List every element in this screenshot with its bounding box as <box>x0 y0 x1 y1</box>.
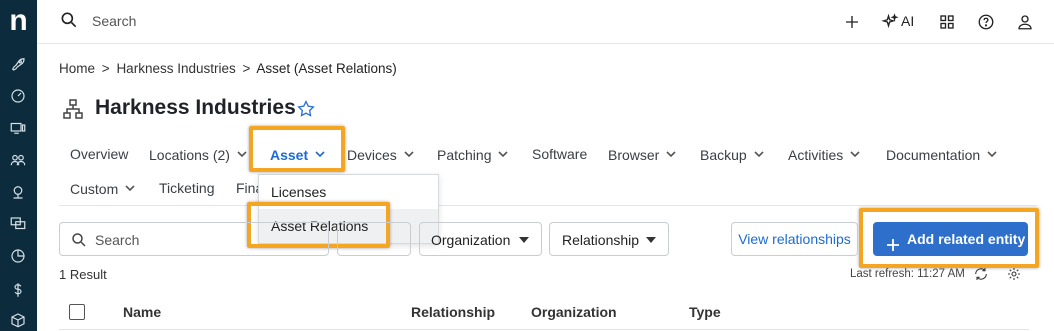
search-placeholder: Search <box>95 232 140 248</box>
tab-label: Documentation <box>886 147 981 163</box>
tab-locations[interactable]: Locations (2) <box>149 146 247 163</box>
dollar-icon[interactable] <box>5 278 31 302</box>
select-all-checkbox[interactable] <box>69 304 85 320</box>
relationship-filter-label: Relationship <box>562 232 640 248</box>
tab-backup[interactable]: Backup <box>700 146 764 163</box>
box-icon[interactable] <box>5 308 31 331</box>
tab-documentation[interactable]: Documentation <box>886 146 997 163</box>
app-logo[interactable]: n <box>0 5 37 39</box>
apps-grid-icon[interactable] <box>936 11 958 33</box>
column-header-name[interactable]: Name <box>123 304 161 320</box>
tab-overview[interactable]: Overview <box>70 146 128 162</box>
users-icon[interactable] <box>5 148 31 172</box>
chevron-down-icon <box>666 146 676 158</box>
tabs-divider <box>59 205 1037 206</box>
plus-icon <box>885 231 901 251</box>
breadcrumb-separator: > <box>242 61 251 76</box>
organization-hierarchy-icon <box>61 97 85 121</box>
chevron-down-icon <box>237 146 247 158</box>
caret-down-icon <box>519 237 529 243</box>
monitors-icon[interactable] <box>5 212 31 236</box>
breadcrumb-organization[interactable]: Harkness Industries <box>116 61 235 76</box>
tab-label: Activities <box>788 147 844 163</box>
chevron-down-icon <box>850 146 860 158</box>
favorite-star-icon[interactable] <box>296 99 318 121</box>
gauge-icon[interactable] <box>5 84 31 108</box>
tab-label: Overview <box>70 146 129 162</box>
breadcrumb: Home > Harkness Industries > Asset (Asse… <box>59 61 397 76</box>
tab-bar: Overview Locations (2) Asset Devices Pat… <box>59 138 1039 208</box>
breadcrumb-separator: > <box>101 61 110 76</box>
caret-down-icon <box>646 237 656 243</box>
tab-browser[interactable]: Browser <box>608 146 676 163</box>
chart-pie-icon[interactable] <box>5 244 31 268</box>
tab-devices[interactable]: Devices <box>347 146 414 163</box>
search-icon[interactable] <box>59 10 79 30</box>
rocket-icon[interactable] <box>5 52 31 76</box>
filter-select-hidden[interactable] <box>337 222 411 256</box>
global-search-input[interactable]: Search <box>92 13 136 29</box>
view-relationships-button[interactable]: View relationships <box>731 222 858 256</box>
chevron-down-icon <box>125 180 135 192</box>
add-related-entity-button[interactable]: Add related entity <box>873 222 1028 256</box>
column-header-relationship[interactable]: Relationship <box>411 304 495 320</box>
tab-software[interactable]: Software <box>532 146 587 162</box>
chevron-down-icon <box>404 146 414 158</box>
last-refresh-text: Last refresh: 11:27 AM <box>850 268 965 280</box>
top-bar: Search AI <box>37 0 1054 44</box>
breadcrumb-home[interactable]: Home <box>59 61 95 76</box>
organization-filter-label: Organization <box>431 232 511 248</box>
tab-label: Devices <box>347 147 397 163</box>
tab-label: Locations (2) <box>149 147 230 163</box>
devices-icon[interactable] <box>5 116 31 140</box>
headset-icon[interactable] <box>5 180 31 204</box>
user-profile-icon[interactable] <box>1014 11 1036 33</box>
tab-label: Browser <box>608 147 660 163</box>
add-icon[interactable] <box>841 11 863 33</box>
tab-label: Backup <box>700 147 747 163</box>
result-count: 1 Result <box>59 267 107 282</box>
table-header: Name Relationship Organization Type <box>59 294 1029 330</box>
organization-filter[interactable]: Organization <box>419 222 542 256</box>
relationship-filter[interactable]: Relationship <box>549 222 669 256</box>
tab-label: Software <box>532 146 588 162</box>
left-nav-rail: n <box>0 0 37 331</box>
tab-activities[interactable]: Activities <box>788 146 860 163</box>
ai-label: AI <box>901 13 915 29</box>
chevron-down-icon <box>754 146 764 158</box>
tab-patching[interactable]: Patching <box>437 146 509 163</box>
refresh-icon[interactable] <box>973 266 991 284</box>
search-icon <box>70 231 88 249</box>
add-related-entity-label: Add related entity <box>907 231 1026 247</box>
tab-label: Ticketing <box>159 180 215 196</box>
tab-label: Patching <box>437 147 492 163</box>
tab-ticketing[interactable]: Ticketing <box>159 180 215 196</box>
ai-sparkle-icon[interactable]: AI <box>879 11 914 33</box>
column-header-organization[interactable]: Organization <box>531 304 617 320</box>
breadcrumb-current: Asset (Asset Relations) <box>256 61 397 76</box>
chevron-down-icon <box>498 146 509 158</box>
tab-custom[interactable]: Custom <box>70 180 135 197</box>
search-input[interactable]: Search <box>59 222 329 256</box>
help-icon[interactable] <box>975 11 997 33</box>
page-title: Harkness Industries <box>95 96 296 119</box>
asset-tab-highlight <box>249 126 345 172</box>
chevron-down-icon <box>987 146 997 158</box>
tab-label: Custom <box>70 181 119 197</box>
gear-icon[interactable] <box>1006 266 1024 284</box>
column-header-type[interactable]: Type <box>689 304 721 320</box>
